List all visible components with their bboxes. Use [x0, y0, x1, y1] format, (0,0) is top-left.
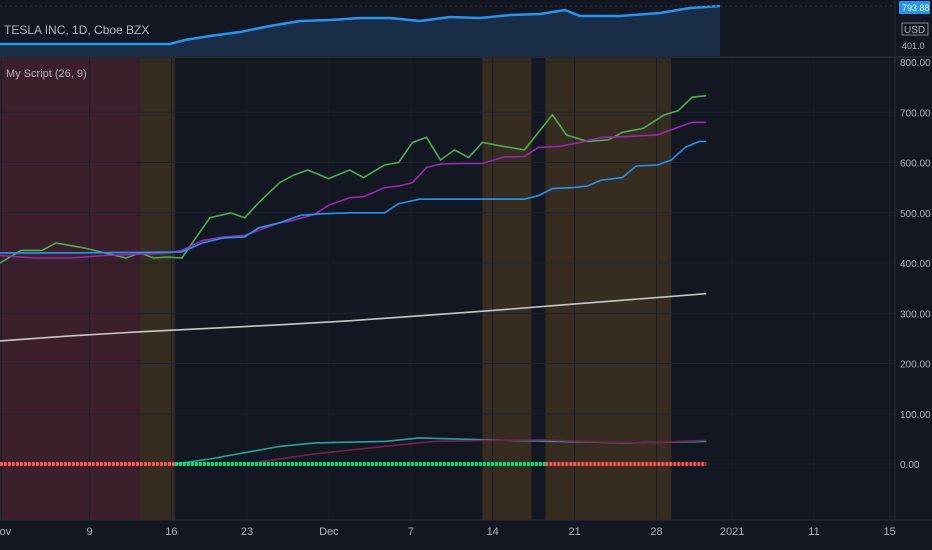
price-badge-text: 793.88: [902, 3, 930, 13]
background-zone-orange-3: [545, 58, 672, 520]
y-tick-label: 700.00: [900, 108, 931, 119]
x-tick-label: 21: [568, 526, 580, 538]
chart-area: TESLA INC, 1D, Cboe BZX 793.88 USD 401.0…: [0, 0, 932, 550]
background-zone-orange-2: [482, 58, 532, 520]
y-tick-label: 600.00: [900, 159, 931, 170]
y-tick-label: 200.00: [900, 360, 931, 371]
background-zone-orange-1: [139, 58, 175, 520]
y-tick-label: 300.00: [900, 309, 931, 320]
top-price-pane: TESLA INC, 1D, Cboe BZX 793.88 USD 401.0: [0, 0, 932, 56]
background-zone-red-0: [0, 58, 140, 520]
symbol-label: TESLA INC, 1D, Cboe BZX: [4, 23, 149, 37]
indicator-title: My Script (26, 9): [6, 68, 87, 80]
x-tick-label: Nov: [0, 526, 12, 538]
x-tick-label: 7: [408, 526, 414, 538]
price-badge-bottom-text: 401.0: [902, 41, 925, 51]
y-tick-label: 0.00: [900, 460, 920, 471]
x-tick-label: Dec: [319, 526, 339, 538]
x-tick-label: 23: [241, 526, 253, 538]
x-tick-label: 16: [165, 526, 177, 538]
x-tick-label: 11: [808, 526, 819, 538]
y-tick-label: 800.00: [900, 58, 931, 69]
y-axis-background: [895, 58, 932, 520]
x-tick-label: 9: [86, 526, 92, 538]
x-tick-label: 28: [650, 526, 662, 538]
x-tick-label: 15: [883, 526, 895, 538]
y-tick-label: 100.00: [900, 410, 931, 421]
y-tick-label: 500.00: [900, 209, 931, 220]
currency-badge-text: USD: [904, 25, 925, 36]
x-tick-label: 14: [487, 526, 499, 538]
y-tick-label: 400.00: [900, 259, 931, 270]
x-tick-label: 2021: [720, 526, 744, 538]
